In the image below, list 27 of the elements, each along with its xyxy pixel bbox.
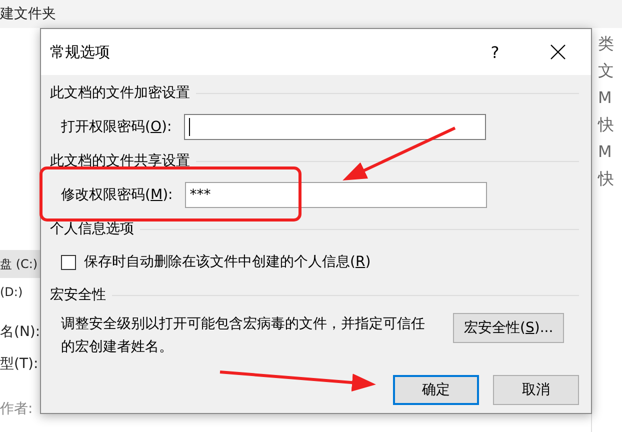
panel-text: 类: [598, 34, 615, 53]
panel-text: M: [598, 142, 613, 161]
dialog-title: 常规选项: [50, 42, 111, 62]
field-label: 修改权限密码(M):: [61, 186, 173, 204]
author-label: 作者:: [0, 400, 34, 418]
close-icon: [550, 44, 566, 60]
password-field[interactable]: ***: [184, 182, 487, 208]
dialog-button[interactable]: 取消: [493, 375, 579, 405]
macro-description: 调整安全级别以打开可能包含宏病毒的文件，并指定可信任的宏创建者姓名。: [61, 315, 426, 357]
panel-text: 快: [598, 115, 615, 134]
dialog-button[interactable]: 确定: [393, 375, 479, 405]
section-title: 个人信息选项: [50, 220, 134, 238]
section-title: 此文档的文件共享设置: [50, 152, 190, 170]
section-title: 宏安全性: [50, 286, 106, 304]
new-folder-button[interactable]: 建文件夹: [0, 5, 56, 23]
section-title: 此文档的文件加密设置: [50, 84, 190, 102]
panel-text: M: [598, 88, 613, 107]
macro-security-button[interactable]: 宏安全性(S)...: [453, 313, 564, 343]
field-label: 名(N):: [0, 323, 42, 342]
help-button[interactable]: ?: [475, 32, 515, 72]
password-field[interactable]: [184, 114, 486, 140]
checkbox-label: 保存时自动删除在该文件中创建的个人信息(R): [84, 253, 371, 271]
field-label: 打开权限密码(O):: [61, 118, 172, 136]
panel-text: 快: [598, 169, 615, 188]
panel-text: 文: [598, 61, 615, 80]
field-label: 型(T):: [0, 355, 40, 374]
checkbox[interactable]: [61, 254, 76, 270]
